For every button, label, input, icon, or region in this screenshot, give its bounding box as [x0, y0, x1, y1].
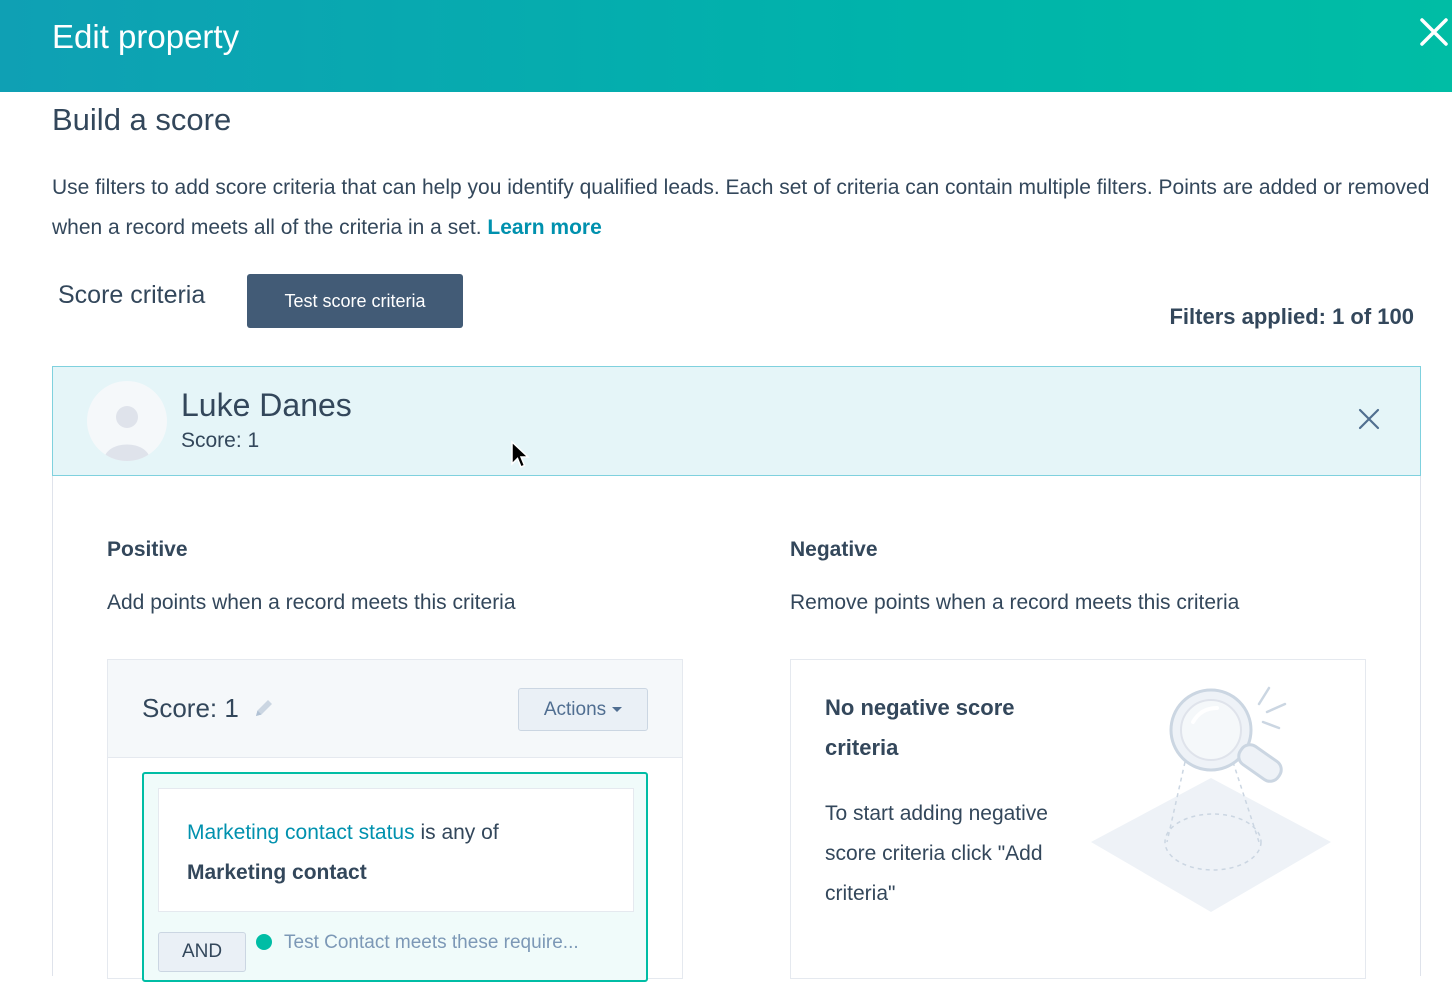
modal-header: Edit property [0, 0, 1452, 92]
mouse-cursor-icon [511, 440, 530, 468]
caret-down-icon [612, 706, 623, 712]
negative-empty-body: To start adding negative score criteria … [825, 802, 1048, 905]
negative-description: Remove points when a record meets this c… [790, 591, 1240, 614]
negative-empty-title: No negative score criteria [825, 695, 1015, 760]
positive-description: Add points when a record meets this crit… [107, 591, 516, 614]
positive-heading: Positive [107, 538, 188, 561]
negative-heading: Negative [790, 538, 878, 561]
close-icon[interactable] [1355, 405, 1383, 433]
negative-criteria-card: No negative score criteria To start addi… [790, 659, 1366, 979]
avatar [87, 381, 167, 461]
and-button[interactable]: AND [158, 932, 246, 972]
filter-text: Marketing contact status is any of Marke… [187, 813, 499, 893]
test-contact-name: Luke Danes [181, 387, 352, 423]
magnifier-illustration-icon [1091, 686, 1331, 912]
test-contact-score: Score: 1 [181, 429, 260, 452]
filter-operator: is any of [414, 821, 499, 844]
test-contact-banner: Luke Danes Score: 1 [52, 366, 1421, 476]
person-icon [104, 406, 150, 461]
intro-text: Use filters to add score criteria that c… [52, 168, 1432, 248]
page-title: Build a score [52, 102, 232, 137]
positive-score-label: Score: 1 [142, 693, 239, 723]
pencil-icon[interactable] [252, 696, 276, 720]
close-icon[interactable] [1416, 14, 1452, 50]
modal-title: Edit property [52, 18, 240, 55]
status-dot-icon [256, 934, 272, 950]
filter-card[interactable]: Marketing contact status is any of Marke… [158, 788, 634, 912]
score-criteria-label: Score criteria [58, 281, 206, 309]
positive-card-header: Score: 1 Actions [108, 660, 682, 758]
actions-label: Actions [543, 698, 607, 720]
filter-property-link[interactable]: Marketing contact status [187, 821, 415, 844]
intro-copy: Use filters to add score criteria that c… [52, 176, 1430, 239]
test-score-criteria-button[interactable]: Test score criteria [247, 274, 463, 328]
actions-dropdown[interactable]: Actions [518, 688, 648, 731]
filter-value: Marketing contact [187, 861, 367, 884]
filter-group: Marketing contact status is any of Marke… [142, 772, 648, 982]
filters-applied-count: Filters applied: 1 of 100 [1169, 304, 1414, 329]
test-status-text: Test Contact meets these require... [284, 932, 579, 953]
learn-more-link[interactable]: Learn more [487, 216, 601, 239]
